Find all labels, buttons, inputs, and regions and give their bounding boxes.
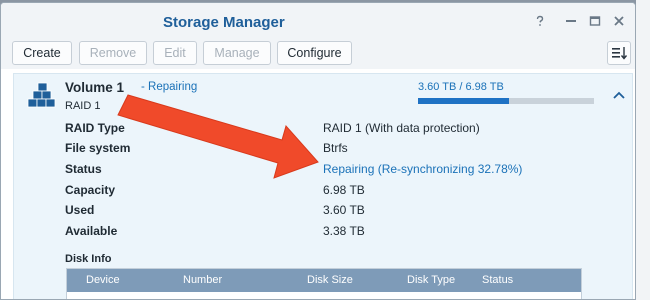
chevron-up-icon[interactable] [612,90,626,100]
detail-label-raid-type: RAID Type [65,121,125,135]
volume-name: Volume 1 [65,80,125,95]
detail-label-capacity: Capacity [65,183,116,197]
usage-bar-fill [418,98,509,104]
title-bar[interactable]: Storage Manager [1,3,635,39]
disk-info-title: Disk Info [65,253,112,265]
volume-status[interactable]: - Repairing [141,81,197,93]
column-disk-type[interactable]: Disk Type [407,274,455,286]
minimize-icon[interactable] [564,14,578,28]
maximize-icon[interactable] [588,14,602,28]
usage-text: 3.60 TB / 6.98 TB [418,81,504,93]
detail-value-used: 3.60 TB [323,203,365,217]
detail-value-capacity: 6.98 TB [323,183,365,197]
create-button[interactable]: Create [12,41,72,65]
sort-icon [612,47,628,60]
column-device[interactable]: Device [86,274,120,286]
detail-label-status: Status [65,162,102,176]
detail-label-available: Available [65,224,118,238]
disk-table-header: Device Number Disk Size Disk Type Status [67,269,581,292]
remove-button[interactable]: Remove [79,41,147,65]
close-icon[interactable] [612,14,626,28]
column-number[interactable]: Number [183,274,222,286]
toolbar: Create Remove Edit Manage Configure [1,39,635,69]
window-title: Storage Manager [163,14,285,31]
detail-value-file-system: Btrfs [323,141,348,155]
detail-value-status[interactable]: Repairing (Re-synchronizing 32.78%) [323,162,522,176]
volume-raid-type: RAID 1 [65,100,101,112]
detail-label-file-system: File system [65,141,131,155]
disk-info-table: Device Number Disk Size Disk Type Status [66,268,582,299]
column-disk-size[interactable]: Disk Size [307,274,353,286]
detail-label-used: Used [65,203,95,217]
volume-stack-icon [27,82,56,108]
sort-button[interactable] [607,41,631,65]
storage-manager-window: Storage Manager Create Remove Edit Manag… [0,2,636,300]
volume-status-label: Repairing [148,81,198,93]
help-icon[interactable] [533,14,547,28]
column-status[interactable]: Status [482,274,513,286]
configure-button[interactable]: Configure [277,41,352,65]
background-window-edge [636,0,650,300]
edit-button[interactable]: Edit [153,41,197,65]
volume-panel[interactable]: Volume 1 - Repairing RAID 1 3.60 TB / 6.… [13,73,633,299]
detail-value-raid-type: RAID 1 (With data protection) [323,121,480,135]
usage-bar [418,98,594,104]
detail-value-available: 3.38 TB [323,224,365,238]
manage-button[interactable]: Manage [203,41,271,65]
